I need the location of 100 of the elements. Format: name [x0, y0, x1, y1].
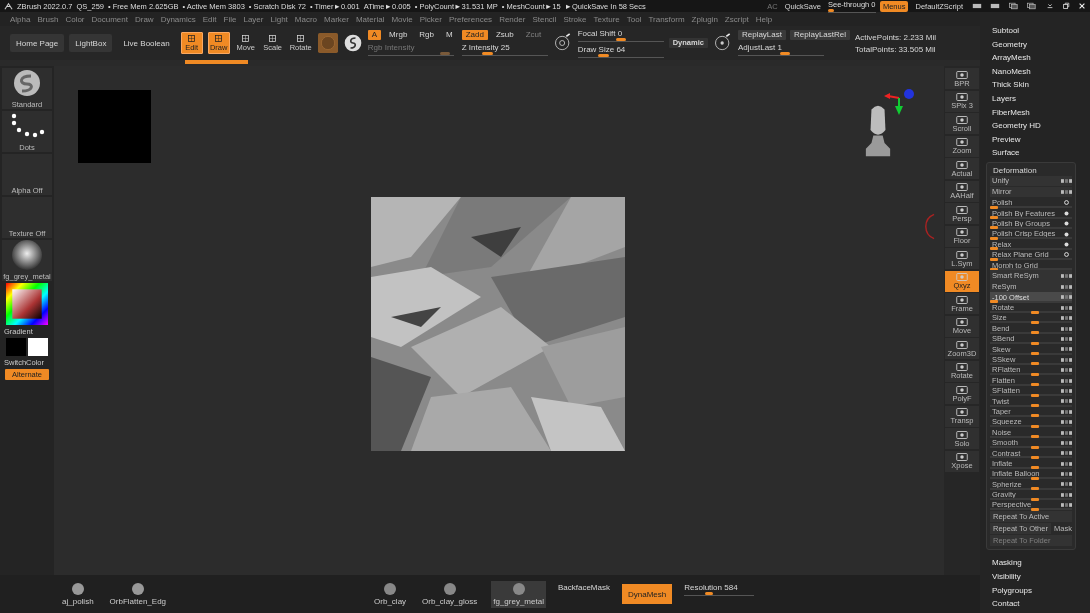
brush-slot[interactable]: OrbFlatten_Edg [107, 580, 169, 608]
axis-gizmo-icon[interactable] [884, 86, 914, 116]
axis-toggle-icon[interactable] [1061, 451, 1072, 456]
menu-item[interactable]: Brush [37, 14, 59, 24]
menu-item[interactable]: Transform [648, 14, 685, 24]
nav-button[interactable]: Live Boolean [117, 34, 176, 52]
axis-toggle-icon[interactable] [1061, 305, 1072, 310]
slider-track[interactable] [577, 37, 664, 42]
palette-section[interactable]: Geometry HD [986, 119, 1076, 133]
menu-item[interactable]: Zscript [724, 14, 749, 24]
layout-icon[interactable] [970, 2, 984, 10]
axis-toggle-icon[interactable] [1061, 399, 1072, 404]
slider-thumb[interactable] [1031, 372, 1040, 376]
stroke-settings-icon[interactable] [552, 33, 573, 53]
axis-toggle-icon[interactable] [1061, 347, 1072, 352]
dynamesh-button[interactable]: DynaMesh [621, 584, 673, 604]
slider-track[interactable] [461, 52, 548, 56]
axis-toggle-icon[interactable] [1061, 503, 1072, 508]
palette-section[interactable]: Subtool [986, 24, 1076, 38]
palette-section[interactable]: Layers [986, 91, 1076, 106]
slider-thumb[interactable] [615, 37, 626, 41]
axis-toggle-icon[interactable] [1061, 388, 1072, 393]
channel-button[interactable]: A [367, 30, 382, 40]
axis-toggle-icon[interactable] [1061, 190, 1072, 194]
replay-icon[interactable] [712, 33, 733, 53]
slider-thumb[interactable] [990, 257, 999, 261]
slider-track[interactable] [737, 52, 824, 56]
channel-button[interactable]: M [442, 30, 457, 40]
menu-item[interactable]: Draw [134, 14, 154, 24]
menu-item[interactable]: Stroke [563, 14, 587, 24]
slider-track[interactable] [684, 592, 755, 596]
palette-section[interactable]: FiberMesh [986, 105, 1076, 120]
secondary-color-swatch[interactable] [28, 338, 48, 356]
slider-thumb[interactable] [990, 267, 999, 271]
dot-icon[interactable] [1064, 241, 1069, 247]
slider-thumb[interactable] [990, 300, 999, 304]
nav-button[interactable]: LightBox [69, 34, 113, 52]
palette-section[interactable]: Polygroups [986, 583, 1076, 598]
color-picker[interactable] [6, 283, 48, 325]
slider-thumb[interactable] [1031, 456, 1040, 459]
menu-item[interactable]: Render [499, 14, 526, 24]
menu-item[interactable]: Texture [593, 14, 620, 24]
slider-track[interactable] [990, 300, 1072, 303]
ring-icon[interactable] [1064, 200, 1069, 206]
layout-icon[interactable] [988, 2, 1002, 10]
axis-toggle-icon[interactable] [1061, 368, 1072, 373]
slider-thumb[interactable] [1031, 497, 1040, 501]
menu-item[interactable]: Help [755, 14, 773, 24]
slider-thumb[interactable] [1031, 476, 1040, 480]
slider-track[interactable] [577, 53, 664, 58]
axis-toggle-icon[interactable] [1061, 179, 1072, 184]
restore-icon[interactable] [1062, 2, 1070, 10]
channel-button[interactable]: Rgb [415, 30, 439, 40]
close-icon[interactable] [1078, 2, 1086, 10]
replay-button[interactable]: ReplayLastRel [790, 30, 851, 40]
slider-thumb[interactable] [1031, 352, 1040, 356]
palette-section[interactable]: Surface [986, 146, 1076, 160]
menu-item[interactable]: Zplugin [691, 14, 718, 24]
menu-item[interactable]: Movie [391, 14, 413, 24]
axis-toggle-icon[interactable] [1061, 420, 1072, 425]
brush-slot[interactable]: aj_polish [60, 580, 96, 608]
menu-item[interactable]: Tool [626, 14, 642, 24]
slider-thumb[interactable] [1031, 445, 1040, 449]
slider-thumb[interactable] [1031, 404, 1040, 408]
axis-toggle-icon[interactable] [1061, 409, 1072, 414]
slider-thumb[interactable] [1031, 466, 1040, 470]
slider-thumb[interactable] [598, 53, 609, 57]
menu-item[interactable]: Material [355, 14, 385, 24]
nav-button[interactable]: Home Page [10, 34, 65, 52]
dot-icon[interactable] [1064, 231, 1069, 237]
axis-toggle-icon[interactable] [1061, 378, 1072, 383]
menu-item[interactable]: Layer [243, 14, 264, 24]
slider-thumb[interactable] [440, 52, 451, 55]
slider-thumb[interactable] [990, 226, 999, 230]
minimize-icon[interactable] [1046, 2, 1054, 10]
axis-toggle-icon[interactable] [1061, 357, 1072, 362]
windows-icon[interactable] [1024, 2, 1038, 10]
panel-title[interactable]: Deformation [990, 164, 1072, 176]
axis-toggle-icon[interactable] [1061, 316, 1072, 321]
menu-item[interactable]: Picker [419, 14, 442, 24]
material-slot[interactable]: fg_grey_metal [491, 580, 546, 608]
slider-thumb[interactable] [990, 247, 999, 251]
slider-track[interactable] [827, 8, 876, 13]
slider-thumb[interactable] [704, 592, 713, 595]
menu-item[interactable]: Dynamics [160, 14, 196, 24]
replay-button[interactable]: ReplayLast [737, 30, 786, 40]
slider-thumb[interactable] [1031, 310, 1040, 314]
dot-icon[interactable] [1064, 210, 1069, 216]
menu-item[interactable]: File [223, 14, 237, 24]
menu-item[interactable]: Alpha [10, 14, 31, 24]
palette-section[interactable]: Contact [986, 597, 1076, 611]
menu-item[interactable]: Color [65, 14, 85, 24]
slider-thumb[interactable] [1031, 320, 1040, 324]
slider-thumb[interactable] [1031, 393, 1040, 397]
axis-toggle-icon[interactable] [1061, 284, 1072, 289]
slider-thumb[interactable] [990, 205, 999, 209]
axis-toggle-icon[interactable] [1061, 295, 1072, 300]
menu-item[interactable]: Preferences [449, 14, 493, 24]
brush-icon[interactable] [342, 33, 363, 53]
material-slot[interactable]: Orb_clay [372, 580, 409, 608]
